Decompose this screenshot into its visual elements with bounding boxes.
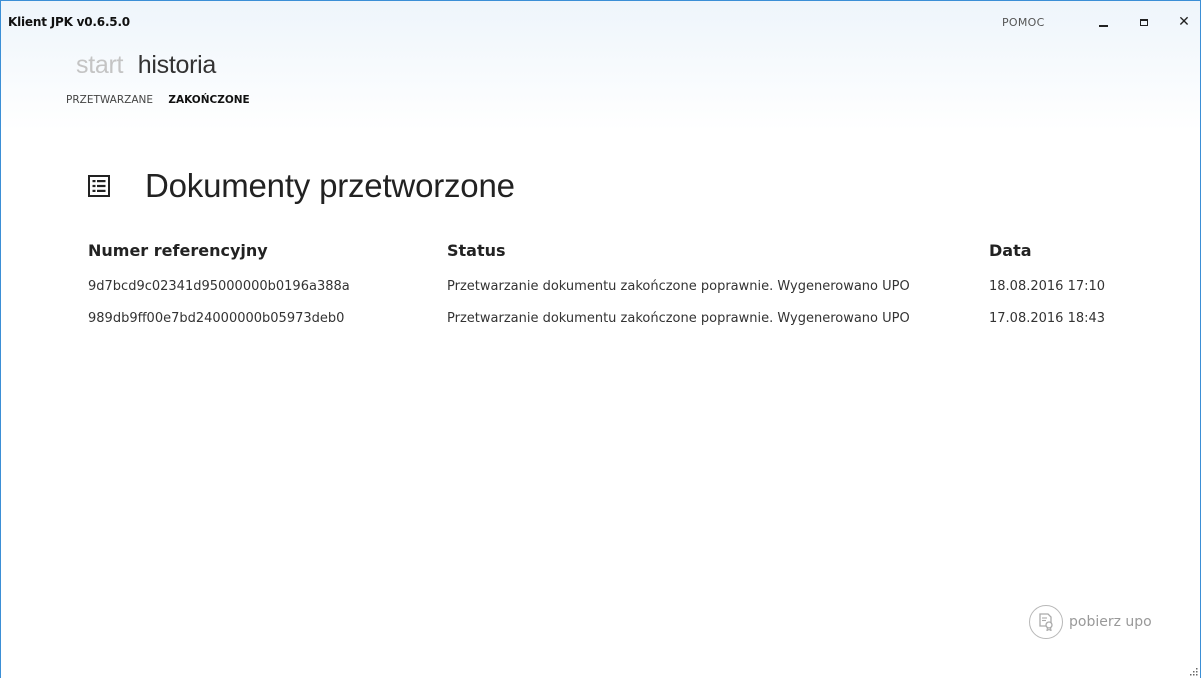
upo-button-circle [1029,605,1063,639]
cell-date: 18.08.2016 17:10 [989,279,1106,294]
nav-item-historia[interactable]: historia [138,51,217,79]
cell-date: 17.08.2016 18:43 [989,311,1106,326]
nav-item-start[interactable]: start [76,51,123,79]
close-icon: ✕ [1178,14,1190,30]
certificate-icon [1039,613,1053,631]
app-title: Klient JPK v0.6.5.0 [8,15,130,29]
download-upo-label: pobierz upo [1069,614,1152,630]
minimize-icon [1098,25,1108,27]
column-header-status: Status [447,241,506,260]
table-row[interactable]: 9d7bcd9c02341d95000000b0196a388a Przetwa… [88,279,1148,299]
download-upo-button[interactable]: pobierz upo [1029,604,1152,640]
cell-status: Przetwarzanie dokumentu zakończone popra… [447,311,910,326]
subnav-item-przetwarzane[interactable]: PRZETWARZANE [66,94,153,106]
page-title: Dokumenty przetworzone [145,167,515,204]
document-list-icon [88,175,110,197]
cell-ref: 9d7bcd9c02341d95000000b0196a388a [88,279,350,294]
maximize-icon [1140,18,1148,26]
main-nav: start historia [76,51,224,80]
subnav-item-zakonczone[interactable]: ZAKOŃCZONE [168,94,249,106]
maximize-button[interactable] [1132,11,1156,33]
sub-nav: PRZETWARZANE ZAKOŃCZONE [66,94,262,106]
column-header-ref: Numer referencyjny [88,241,268,260]
close-button[interactable]: ✕ [1172,11,1196,33]
title-bar[interactable]: Klient JPK v0.6.5.0 POMOC ✕ [1,1,1200,35]
help-link[interactable]: POMOC [1002,16,1045,29]
table-row[interactable]: 989db9ff00e7bd24000000b05973deb0 Przetwa… [88,311,1148,331]
cell-ref: 989db9ff00e7bd24000000b05973deb0 [88,311,345,326]
cell-status: Przetwarzanie dokumentu zakończone popra… [447,279,910,294]
resize-grip-icon[interactable] [1190,668,1198,676]
column-header-date: Data [989,241,1032,260]
minimize-button[interactable] [1091,11,1115,33]
app-window: Klient JPK v0.6.5.0 POMOC ✕ start histor… [0,0,1201,678]
